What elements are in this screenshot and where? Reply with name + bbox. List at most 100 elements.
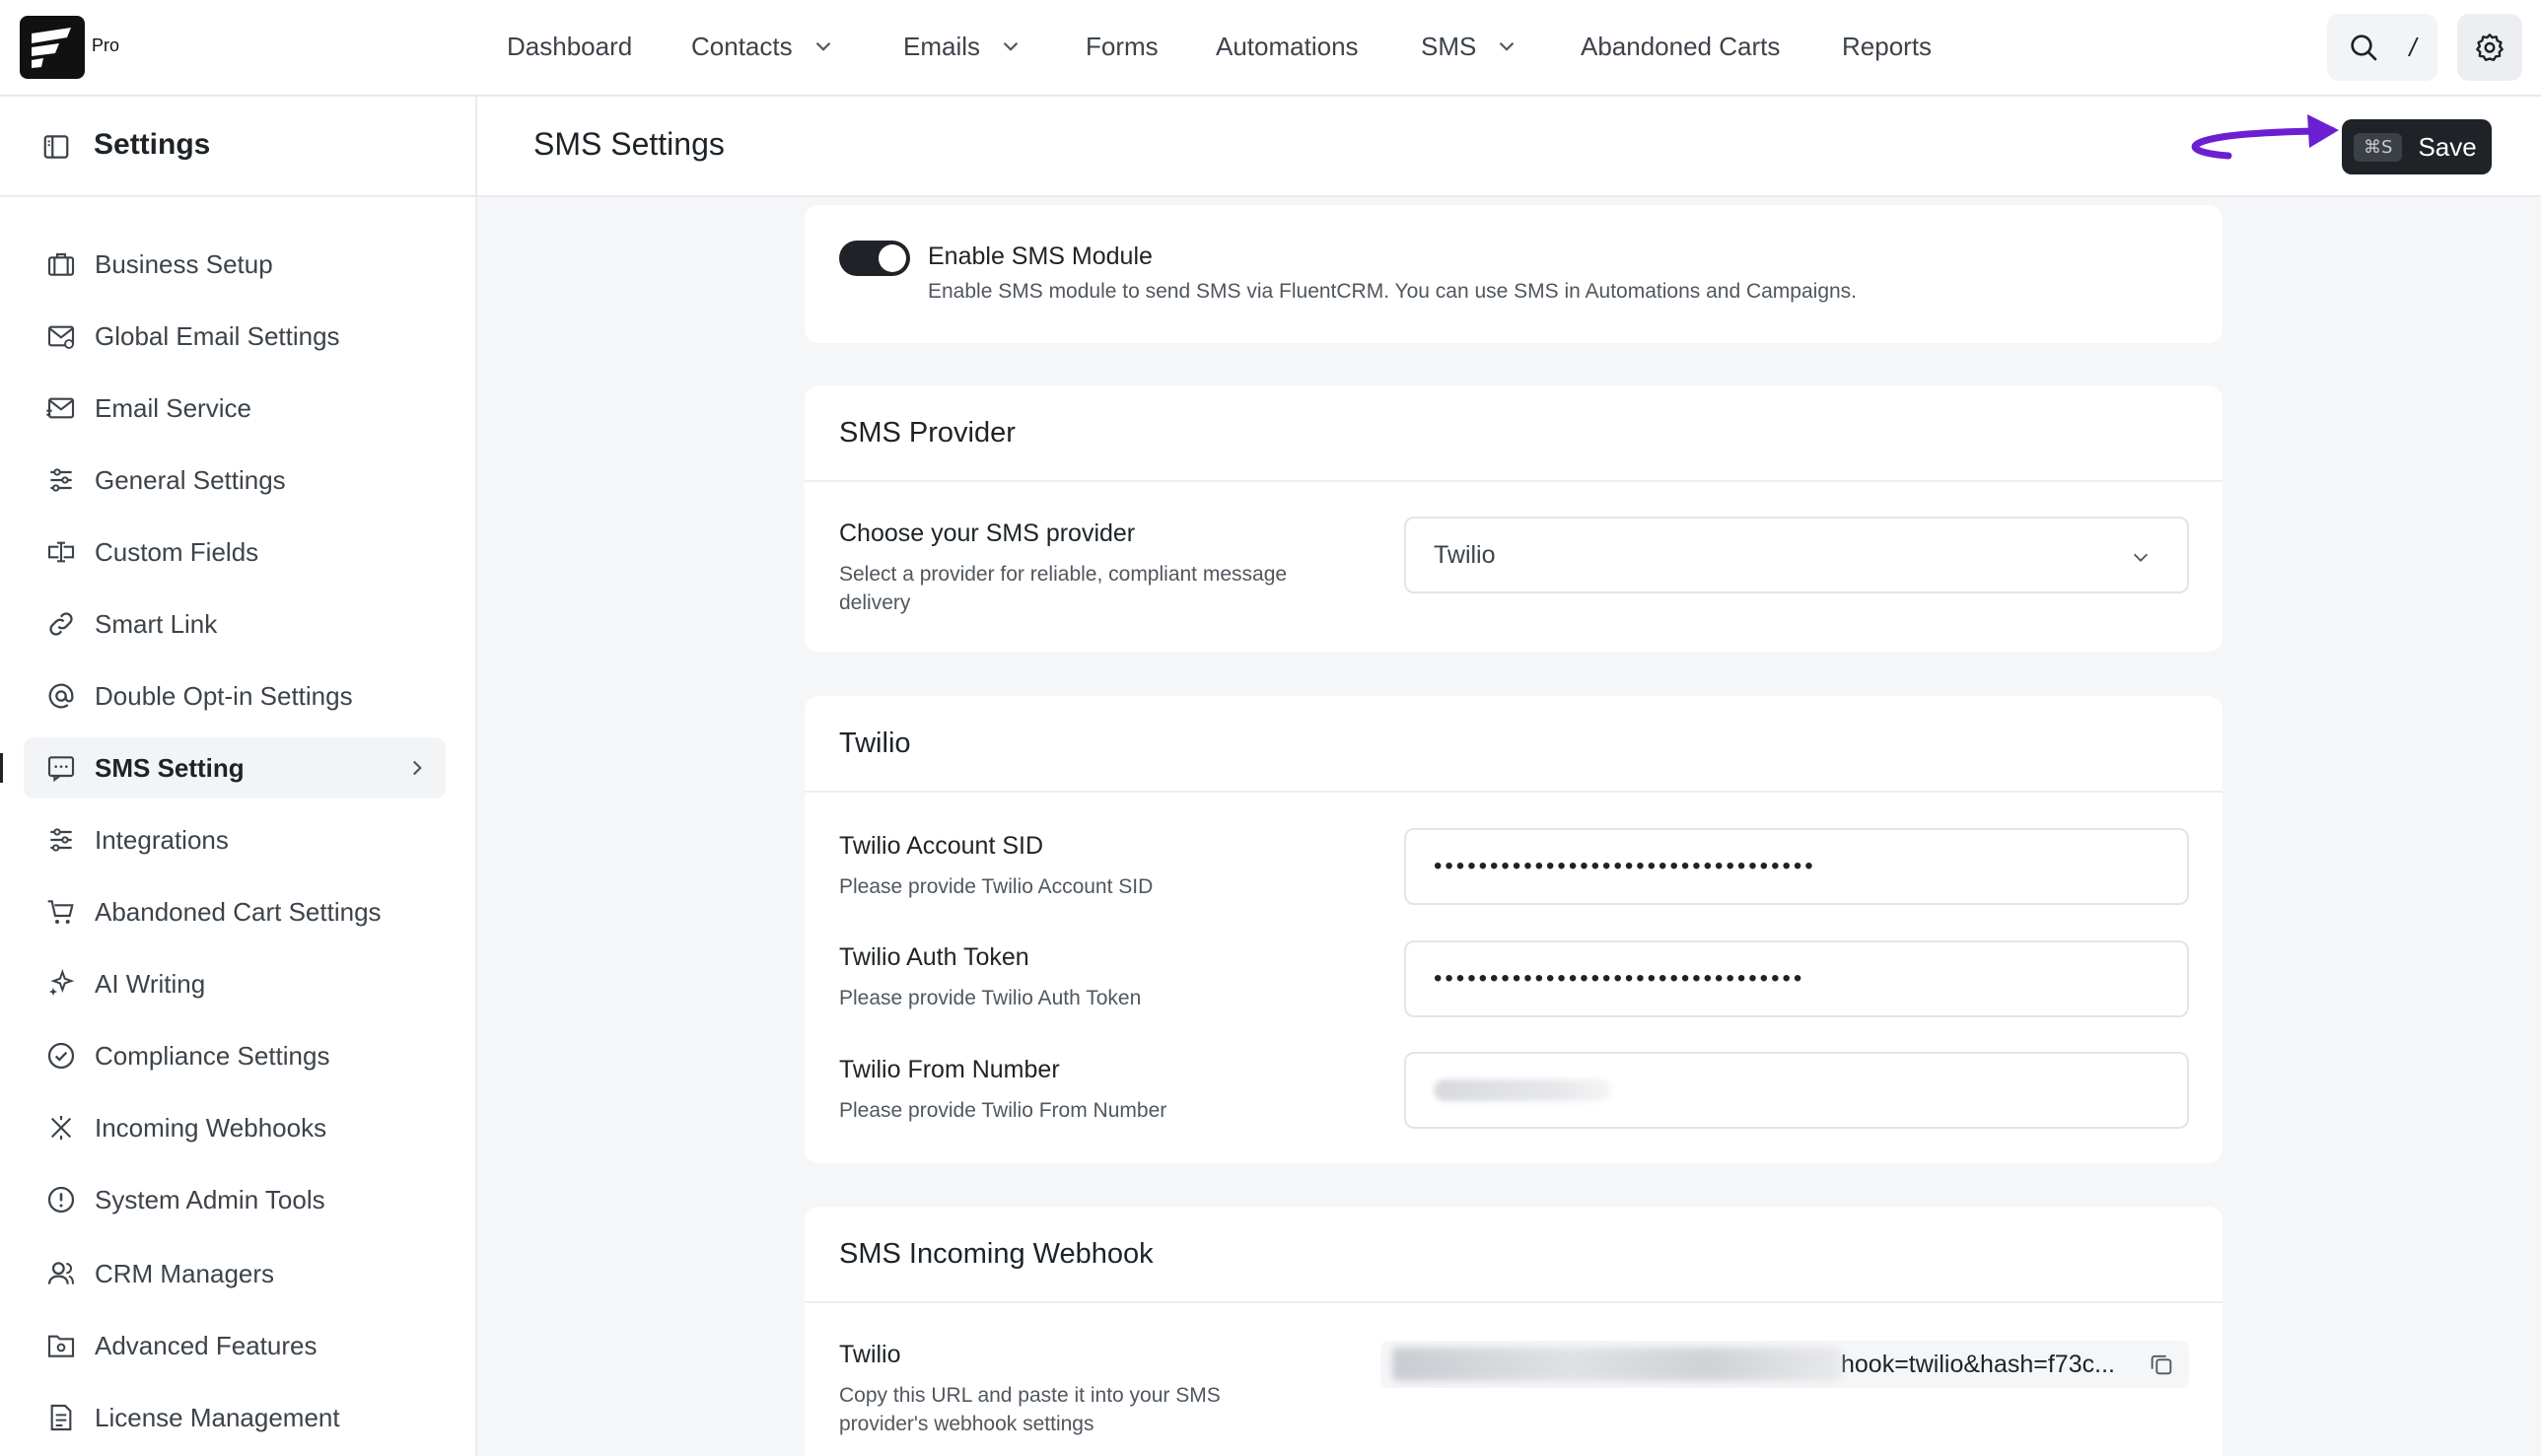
webhook-row: Twilio Copy this URL and paste it into y… xyxy=(839,1341,1221,1438)
webhook-url-field[interactable]: hook=twilio&hash=f73c... xyxy=(1380,1341,2189,1388)
nav-sms[interactable]: SMS xyxy=(1421,28,1519,65)
provider-row: Choose your SMS provider Select a provid… xyxy=(839,520,1287,617)
auth-token-label: Twilio Auth Token xyxy=(839,943,1029,971)
sidebar-item-label: Compliance Settings xyxy=(95,1040,330,1071)
alert-circle-icon xyxy=(47,1186,75,1213)
nav-automations[interactable]: Automations xyxy=(1216,28,1359,65)
sidebar-item-abandoned-cart-settings[interactable]: Abandoned Cart Settings xyxy=(24,881,446,942)
sliders-icon xyxy=(50,468,72,492)
nav-label: Automations xyxy=(1216,32,1359,61)
chevron-down-icon xyxy=(1003,41,1019,51)
nav-abandoned-carts[interactable]: Abandoned Carts xyxy=(1581,28,1780,65)
sliders-icon xyxy=(50,828,72,852)
nav-label: Abandoned Carts xyxy=(1581,32,1781,61)
auth-token-value: ••••••••••••••••••••••••••••••••• xyxy=(1434,965,1805,992)
sidebar-item-business-setup[interactable]: Business Setup xyxy=(24,234,446,295)
cart-icon xyxy=(47,900,74,924)
sidebar-item-label: General Settings xyxy=(95,464,286,495)
webhook-icon xyxy=(50,1116,72,1140)
nav-emails[interactable]: Emails xyxy=(903,28,1023,65)
nav-label: Dashboard xyxy=(507,32,633,61)
webhook-help: Copy this URL and paste it into your SMS… xyxy=(839,1381,1221,1438)
mail-settings-icon xyxy=(47,325,75,349)
sidebar-item-crm-managers[interactable]: CRM Managers xyxy=(24,1243,446,1304)
from-number-label: Twilio From Number xyxy=(839,1056,1060,1083)
sidebar-item-label: Incoming Webhooks xyxy=(95,1112,327,1143)
provider-select[interactable]: Twilio xyxy=(1404,517,2189,593)
webhook-help-line: Copy this URL and paste it into your SMS xyxy=(839,1384,1221,1407)
nav-contacts[interactable]: Contacts xyxy=(691,28,836,65)
briefcase-icon xyxy=(47,252,75,276)
nav-label: Reports xyxy=(1842,32,1933,61)
search-shortcut-key: / xyxy=(2409,32,2417,62)
nav-dashboard[interactable]: Dashboard xyxy=(507,28,632,65)
sidebar-item-label: Integrations xyxy=(95,824,229,855)
from-number-input[interactable] xyxy=(1404,1052,2189,1129)
settings-sidebar: Settings Business Setup Global Email Sett… xyxy=(0,97,477,1456)
enable-sms-toggle[interactable] xyxy=(839,241,910,276)
pro-badge: Pro xyxy=(92,35,120,55)
sidebar-item-email-service[interactable]: Email Service xyxy=(24,378,446,439)
sidebar-item-label: Smart Link xyxy=(95,608,218,639)
nav-reports[interactable]: Reports xyxy=(1842,28,1932,65)
sidebar-item-label: Double Opt-in Settings xyxy=(95,680,353,711)
account-sid-value: •••••••••••••••••••••••••••••••••• xyxy=(1434,853,1816,879)
sidebar-item-double-opt-in-settings[interactable]: Double Opt-in Settings xyxy=(24,665,446,727)
provider-label: Choose your SMS provider xyxy=(839,520,1136,547)
sidebar-header: Settings xyxy=(0,97,475,197)
folder-icon xyxy=(47,1335,75,1357)
sidebar-item-label: License Management xyxy=(95,1402,340,1432)
redacted-value xyxy=(1434,1079,1611,1101)
sidebar-item-label: Email Service xyxy=(95,392,251,423)
sidebar-item-integrations[interactable]: Integrations xyxy=(24,809,446,870)
fluentcrm-logo-icon[interactable] xyxy=(20,16,85,79)
sidebar-item-smart-link[interactable]: Smart Link xyxy=(24,593,446,655)
settings-button[interactable] xyxy=(2457,14,2522,81)
page-title: SMS Settings xyxy=(533,126,725,162)
sidebar-item-incoming-webhooks[interactable]: Incoming Webhooks xyxy=(24,1097,446,1158)
sidebar-item-system-admin-tools[interactable]: System Admin Tools xyxy=(24,1169,446,1230)
nav-label: Contacts xyxy=(691,32,793,61)
sidebar-item-sms-setting[interactable]: SMS Setting xyxy=(24,737,446,798)
sidebar-item-compliance-settings[interactable]: Compliance Settings xyxy=(24,1025,446,1086)
sidebar-toggle-icon[interactable] xyxy=(41,132,71,162)
sidebar-item-general-settings[interactable]: General Settings xyxy=(24,450,446,511)
sidebar-item-custom-fields[interactable]: Custom Fields xyxy=(24,521,446,583)
provider-selected-value: Twilio xyxy=(1434,540,1496,569)
sidebar-item-label: Global Email Settings xyxy=(95,320,340,351)
check-circle-icon xyxy=(47,1042,75,1070)
sidebar-item-license-management[interactable]: License Management xyxy=(24,1387,446,1448)
sidebar-item-label: System Admin Tools xyxy=(95,1184,325,1214)
auth-token-input[interactable]: ••••••••••••••••••••••••••••••••• xyxy=(1404,940,2189,1017)
mail-send-icon xyxy=(46,397,75,419)
search-icon xyxy=(2351,35,2377,61)
account-sid-row: Twilio Account SID Please provide Twilio… xyxy=(839,832,1153,901)
sidebar-item-label: SMS Setting xyxy=(95,752,245,783)
webhook-heading: SMS Incoming Webhook xyxy=(805,1207,2223,1303)
provider-help-line: delivery xyxy=(839,591,911,614)
sidebar-item-label: Custom Fields xyxy=(95,536,259,567)
message-icon xyxy=(47,756,75,783)
twilio-heading: Twilio xyxy=(805,696,2223,793)
account-sid-input[interactable]: •••••••••••••••••••••••••••••••••• xyxy=(1404,828,2189,905)
auth-token-row: Twilio Auth Token Please provide Twilio … xyxy=(839,943,1141,1012)
nav-label: Emails xyxy=(903,32,981,61)
copy-icon[interactable] xyxy=(2148,1351,2175,1378)
webhook-help-line: provider's webhook settings xyxy=(839,1413,1094,1435)
search-button[interactable]: / xyxy=(2327,14,2437,81)
sms-webhook-card: SMS Incoming Webhook Twilio Copy this UR… xyxy=(805,1207,2223,1456)
webhook-label: Twilio xyxy=(839,1341,901,1368)
sidebar-item-advanced-features[interactable]: Advanced Features xyxy=(24,1315,446,1376)
sms-provider-heading: SMS Provider xyxy=(805,385,2223,482)
active-indicator xyxy=(0,753,3,783)
toggle-knob xyxy=(879,244,906,272)
save-button[interactable]: ⌘S Save xyxy=(2342,119,2492,174)
account-sid-help: Please provide Twilio Account SID xyxy=(839,875,1154,898)
twilio-card: Twilio Twilio Account SID Please provide… xyxy=(805,696,2223,1163)
sidebar-item-global-email-settings[interactable]: Global Email Settings xyxy=(24,306,446,367)
sidebar-item-ai-writing[interactable]: AI Writing xyxy=(24,953,446,1014)
from-number-help: Please provide Twilio From Number xyxy=(839,1099,1167,1122)
enable-sms-description: Enable SMS module to send SMS via Fluent… xyxy=(928,280,1858,303)
document-icon xyxy=(50,1404,72,1431)
nav-forms[interactable]: Forms xyxy=(1086,28,1159,65)
